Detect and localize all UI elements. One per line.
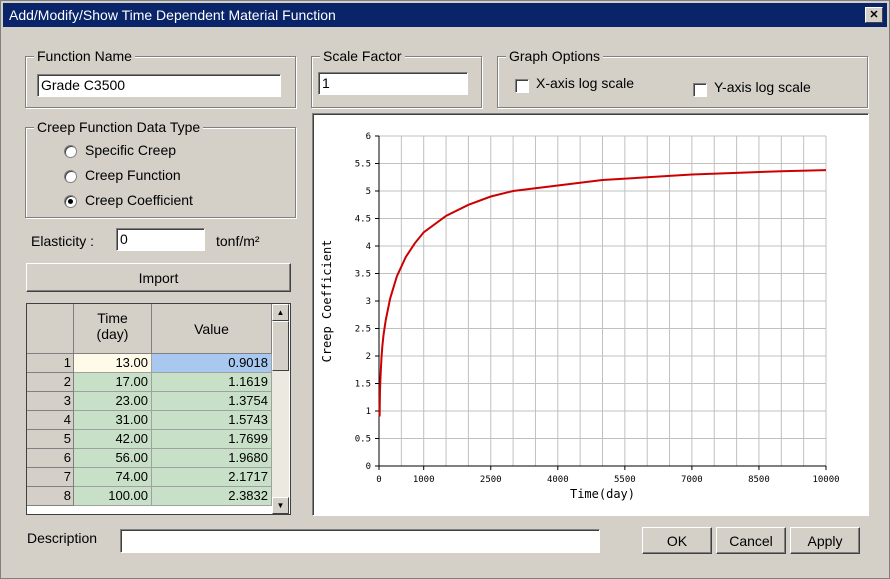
y-tick-label: 0.5 <box>355 435 371 445</box>
x-tick-label: 0 <box>376 475 381 485</box>
row-number[interactable]: 1 <box>27 354 74 373</box>
chart-panel: 0 0.5 1 1.5 2 2.5 3 3.5 4 4.5 5 5.5 6 0 1000 2500 4000 55… <box>312 113 869 516</box>
cell-value[interactable]: 1.7699 <box>152 430 272 449</box>
y-tick-label: 5 <box>366 187 371 197</box>
data-table: Time (day) Value 1 13.00 0.9018 2 17.00 1.161… <box>26 303 291 515</box>
x-tick-label: 8500 <box>748 475 770 485</box>
cell-value[interactable]: 2.3832 <box>152 487 272 506</box>
title-bar[interactable]: Add/Modify/Show Time Dependent Material … <box>3 3 887 27</box>
x-tick-label: 7000 <box>681 475 703 485</box>
y-tick-label: 0 <box>366 462 371 472</box>
y-tick-label: 1 <box>366 407 371 417</box>
cancel-button[interactable]: Cancel <box>716 527 786 554</box>
cell-time[interactable]: 23.00 <box>74 392 152 411</box>
cell-time[interactable]: 13.00 <box>74 354 152 373</box>
x-axis-log-checkbox[interactable] <box>515 79 529 93</box>
cell-time[interactable]: 100.00 <box>74 487 152 506</box>
x-tick-label: 1000 <box>413 475 435 485</box>
dialog-window: Add/Modify/Show Time Dependent Material … <box>0 0 890 579</box>
cell-value[interactable]: 1.1619 <box>152 373 272 392</box>
y-tick-label: 3 <box>366 297 371 307</box>
radio-specific-creep-label: Specific Creep <box>85 142 177 158</box>
table-corner-header <box>27 304 74 354</box>
y-tick-label: 4.5 <box>355 215 371 225</box>
cell-value[interactable]: 0.9018 <box>152 354 272 373</box>
row-number[interactable]: 8 <box>27 487 74 506</box>
column-header-value[interactable]: Value <box>152 304 272 354</box>
radio-specific-creep[interactable] <box>64 145 77 158</box>
chart-grid <box>378 135 827 467</box>
y-tick-label: 5.5 <box>355 160 371 170</box>
radio-creep-function[interactable] <box>64 170 77 183</box>
y-axis-log-checkbox[interactable] <box>693 83 707 97</box>
row-number[interactable]: 2 <box>27 373 74 392</box>
elasticity-input[interactable]: 0 <box>116 228 205 251</box>
y-tick-label: 2 <box>366 352 371 362</box>
radio-creep-coefficient[interactable] <box>64 195 77 208</box>
cell-time[interactable]: 56.00 <box>74 449 152 468</box>
function-name-label: Function Name <box>34 48 135 64</box>
x-tick-label: 5500 <box>614 475 636 485</box>
y-tick-label: 1.5 <box>355 380 371 390</box>
scroll-up-icon[interactable]: ▲ <box>272 304 289 321</box>
cell-value[interactable]: 1.3754 <box>152 392 272 411</box>
x-tick-label: 2500 <box>480 475 502 485</box>
x-tick-label: 4000 <box>547 475 569 485</box>
chart-ticks: 0 0.5 1 1.5 2 2.5 3 3.5 4 4.5 5 5.5 6 0 1000 2500 4000 55… <box>355 132 840 485</box>
cell-value[interactable]: 1.5743 <box>152 411 272 430</box>
creep-type-label: Creep Function Data Type <box>34 119 204 135</box>
description-input[interactable] <box>120 529 600 553</box>
cell-value[interactable]: 1.9680 <box>152 449 272 468</box>
table-scrollbar[interactable]: ▲ ▼ <box>272 304 289 514</box>
row-number[interactable]: 3 <box>27 392 74 411</box>
chart-axes <box>375 136 826 470</box>
row-number[interactable]: 4 <box>27 411 74 430</box>
y-tick-label: 6 <box>366 132 371 142</box>
y-tick-label: 2.5 <box>355 325 371 335</box>
function-name-input[interactable]: Grade C3500 <box>37 74 281 97</box>
row-number[interactable]: 6 <box>27 449 74 468</box>
elasticity-unit: tonf/m² <box>216 233 260 249</box>
row-number[interactable]: 5 <box>27 430 74 449</box>
x-axis-label: Time(day) <box>570 487 635 501</box>
close-icon[interactable]: ✕ <box>865 7 883 23</box>
creep-chart: 0 0.5 1 1.5 2 2.5 3 3.5 4 4.5 5 5.5 6 0 1000 2500 4000 55… <box>320 132 840 501</box>
description-label: Description <box>27 530 98 546</box>
window-title: Add/Modify/Show Time Dependent Material … <box>9 7 336 23</box>
scroll-thumb[interactable] <box>272 321 289 371</box>
cell-time[interactable]: 74.00 <box>74 468 152 487</box>
graph-options-label: Graph Options <box>506 48 604 64</box>
apply-button[interactable]: Apply <box>790 527 860 554</box>
scale-factor-input[interactable]: 1 <box>318 72 468 95</box>
y-tick-label: 4 <box>366 242 371 252</box>
column-header-time[interactable]: Time (day) <box>74 304 152 354</box>
import-button[interactable]: Import <box>26 263 291 292</box>
x-axis-log-label: X-axis log scale <box>536 75 635 91</box>
cell-time[interactable]: 31.00 <box>74 411 152 430</box>
scroll-down-icon[interactable]: ▼ <box>272 497 289 514</box>
y-tick-label: 3.5 <box>355 270 371 280</box>
cell-value[interactable]: 2.1717 <box>152 468 272 487</box>
scale-factor-label: Scale Factor <box>320 48 405 64</box>
y-axis-label: Creep Coefficient <box>320 240 334 363</box>
cell-time[interactable]: 17.00 <box>74 373 152 392</box>
radio-creep-coefficient-label: Creep Coefficient <box>85 192 193 208</box>
x-tick-label: 10000 <box>812 475 839 485</box>
ok-button[interactable]: OK <box>642 527 712 554</box>
cell-time[interactable]: 42.00 <box>74 430 152 449</box>
radio-creep-function-label: Creep Function <box>85 167 181 183</box>
y-axis-log-label: Y-axis log scale <box>714 79 811 95</box>
row-number[interactable]: 7 <box>27 468 74 487</box>
elasticity-label: Elasticity : <box>31 233 95 249</box>
